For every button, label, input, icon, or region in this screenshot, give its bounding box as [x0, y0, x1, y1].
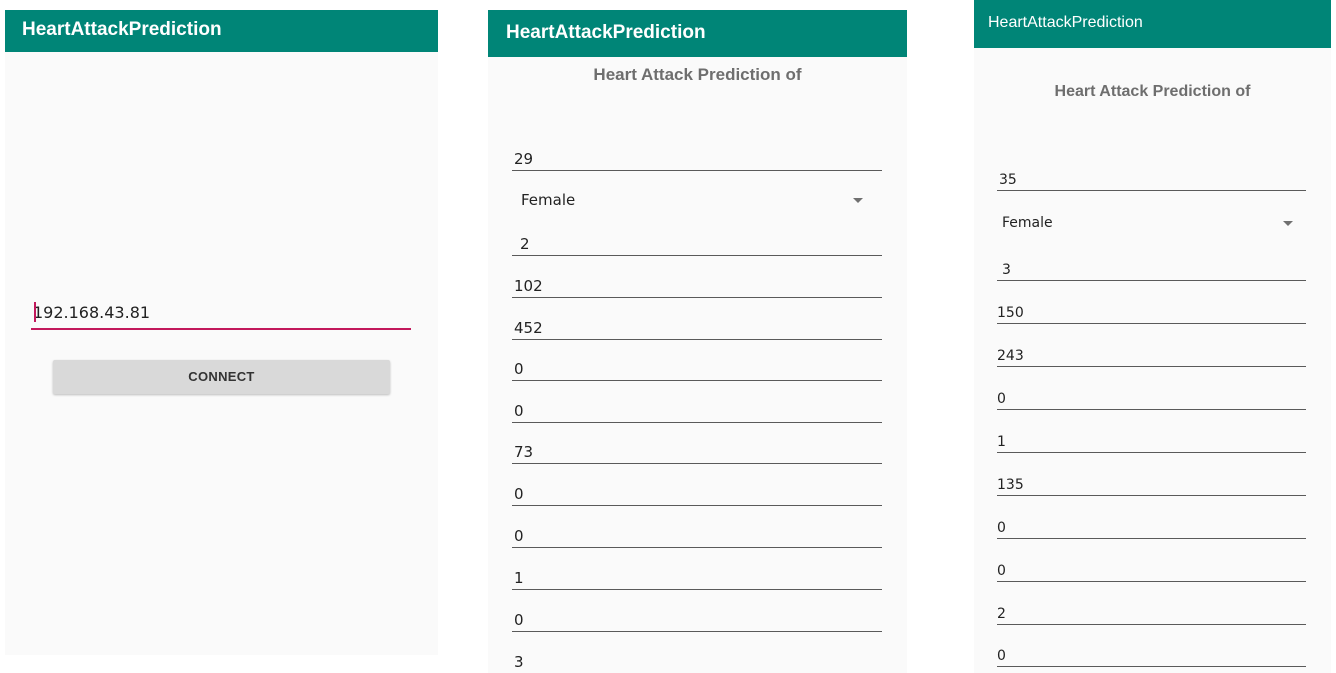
prediction-form-screen-1: HeartAttackPrediction Heart Attack Predi… [488, 10, 907, 673]
input-field[interactable]: 0 [997, 637, 1306, 667]
age-field[interactable]: 35 [997, 161, 1306, 191]
sex-selected-value: Female [521, 191, 576, 209]
input-field[interactable]: 243 [997, 337, 1306, 367]
app-bar: HeartAttackPrediction [974, 0, 1331, 48]
age-field[interactable]: 29 [512, 141, 882, 171]
input-field[interactable]: 0 [512, 476, 882, 506]
prediction-form-screen-2: HeartAttackPrediction Heart Attack Predi… [974, 0, 1331, 673]
input-field[interactable]: 3 [512, 644, 882, 673]
input-field[interactable]: 0 [512, 518, 882, 548]
input-field[interactable]: 0 [512, 351, 882, 381]
sex-spinner[interactable]: Female [1002, 215, 1293, 231]
input-field[interactable]: 150 [997, 294, 1306, 324]
app-bar: HeartAttackPrediction [488, 10, 907, 57]
ip-address-input[interactable]: 192.168.43.81 [31, 302, 411, 330]
app-title: HeartAttackPrediction [506, 22, 706, 43]
app-bar: HeartAttackPrediction [5, 10, 438, 52]
input-field[interactable]: 0 [997, 380, 1306, 410]
chevron-down-icon [853, 198, 863, 203]
input-field[interactable]: 0 [997, 552, 1306, 582]
input-field[interactable]: 0 [512, 393, 882, 423]
app-title: HeartAttackPrediction [22, 19, 222, 40]
connect-screen: HeartAttackPrediction 192.168.43.81 CONN… [5, 10, 438, 655]
input-field[interactable]: 0 [512, 602, 882, 632]
input-field[interactable]: 1 [512, 560, 882, 590]
text-cursor [34, 302, 36, 322]
input-field[interactable]: 1 [997, 423, 1306, 453]
input-field[interactable]: 73 [512, 434, 882, 464]
sex-selected-value: Female [1002, 215, 1053, 231]
chevron-down-icon [1283, 221, 1293, 226]
page-heading: Heart Attack Prediction of [593, 65, 802, 84]
app-title: HeartAttackPrediction [988, 14, 1143, 31]
sex-spinner[interactable]: Female [521, 191, 863, 209]
input-field[interactable]: 135 [997, 466, 1306, 496]
input-field[interactable]: 2 [512, 226, 882, 256]
page-heading: Heart Attack Prediction of [1054, 83, 1251, 100]
input-field[interactable]: 3 [997, 251, 1306, 281]
input-field[interactable]: 102 [512, 268, 882, 298]
connect-button[interactable]: CONNECT [53, 360, 390, 394]
input-field[interactable]: 452 [512, 310, 882, 340]
input-field[interactable]: 2 [997, 595, 1306, 625]
input-field[interactable]: 0 [997, 509, 1306, 539]
ip-address-value: 192.168.43.81 [33, 303, 151, 322]
